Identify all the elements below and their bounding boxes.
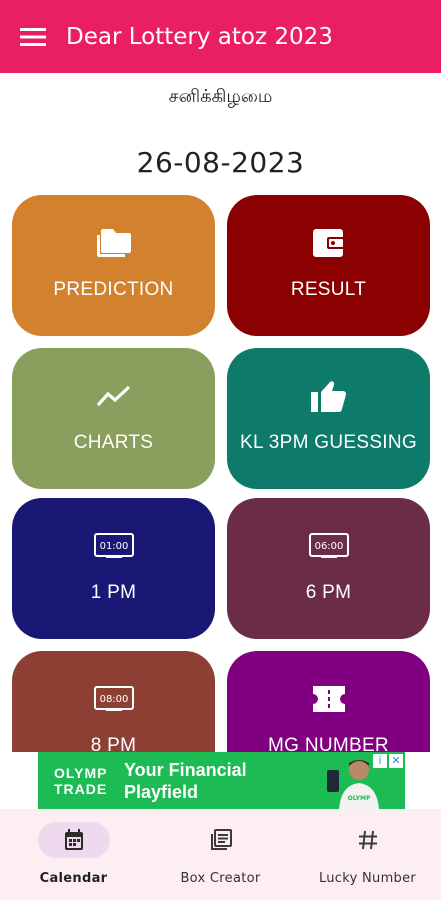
- 6pm-tile[interactable]: 06:00 6 PM: [227, 498, 430, 639]
- nav-lucky-number-pill: [332, 822, 404, 858]
- 8pm-tile[interactable]: 08:00 8 PM: [12, 651, 215, 752]
- ad-choices[interactable]: i ✕: [373, 754, 403, 768]
- nav-lucky-number[interactable]: Lucky Number: [294, 809, 441, 900]
- day-label: சனிக்கிழமை: [168, 86, 273, 107]
- prediction-tile[interactable]: PREDICTION: [12, 195, 215, 336]
- clock-text: 01:00: [99, 541, 128, 552]
- ad-brand-line1: OLYMP: [54, 764, 108, 781]
- nav-calendar[interactable]: Calendar: [0, 809, 147, 900]
- thumb-up-icon: [310, 381, 346, 412]
- nav-lucky-number-label: Lucky Number: [318, 871, 417, 886]
- nav-box-creator-pill: [185, 822, 257, 858]
- ad-close-icon[interactable]: ✕: [389, 754, 403, 768]
- mg-number-label: MG NUMBER: [268, 735, 389, 752]
- result-tile[interactable]: RESULT: [227, 195, 430, 336]
- kl-3pm-guessing-tile[interactable]: KL 3PM GUESSING: [227, 348, 430, 489]
- ad-text-line2: Playfield: [124, 781, 199, 802]
- charts-tile[interactable]: CHARTS: [12, 348, 215, 489]
- bottom-navigation: Calendar Box Creator Lucky Number: [0, 809, 441, 900]
- menu-button[interactable]: [0, 0, 66, 73]
- nav-calendar-label: Calendar: [39, 871, 108, 886]
- ticket-icon: [312, 686, 345, 712]
- date-label: 26-08-2023: [136, 146, 305, 179]
- 8pm-label: 8 PM: [90, 735, 137, 752]
- list-box-icon: [210, 829, 232, 850]
- nav-box-creator[interactable]: Box Creator: [147, 809, 294, 900]
- calendar-icon: [64, 829, 83, 850]
- folders-icon: [96, 229, 131, 257]
- mg-number-tile[interactable]: MG NUMBER: [227, 651, 430, 752]
- 1pm-tile[interactable]: 01:00 1 PM: [12, 498, 215, 639]
- ad-brand-line2: TRADE: [54, 780, 108, 797]
- svg-text:OLYMP: OLYMP: [348, 795, 371, 802]
- nav-calendar-pill: [37, 822, 110, 858]
- charts-label: CHARTS: [73, 432, 154, 453]
- app-bar: Dear Lottery atoz 2023: [0, 0, 441, 73]
- clock-text: 06:00: [314, 541, 343, 552]
- clock-icon: 08:00: [93, 686, 134, 711]
- hash-icon: [358, 830, 377, 850]
- ad-banner[interactable]: OLYMP TRADE Your Financial Playfield OLY…: [38, 752, 405, 809]
- prediction-label: PREDICTION: [53, 279, 174, 300]
- trending-icon: [96, 385, 130, 407]
- ad-headline: Your Financial Playfield: [124, 759, 284, 803]
- nav-box-creator-label: Box Creator: [180, 871, 261, 886]
- 1pm-label: 1 PM: [90, 582, 137, 603]
- menu-icon: [20, 27, 46, 46]
- clock-text: 08:00: [99, 694, 128, 705]
- app-title: Dear Lottery atoz 2023: [66, 23, 333, 50]
- ad-text-line1: Your Financial: [124, 759, 247, 780]
- 6pm-label: 6 PM: [305, 582, 352, 603]
- ad-info-icon[interactable]: i: [373, 754, 387, 768]
- menu-grid: PREDICTION RESULT CHARTS KL 3PM GUESSING…: [0, 195, 441, 752]
- clock-icon: 06:00: [308, 533, 349, 558]
- ad-brand: OLYMP TRADE: [38, 752, 124, 809]
- wallet-icon: [312, 229, 345, 257]
- kl-3pm-guessing-label: KL 3PM GUESSING: [240, 432, 417, 453]
- result-label: RESULT: [290, 279, 367, 300]
- clock-icon: 01:00: [93, 533, 134, 558]
